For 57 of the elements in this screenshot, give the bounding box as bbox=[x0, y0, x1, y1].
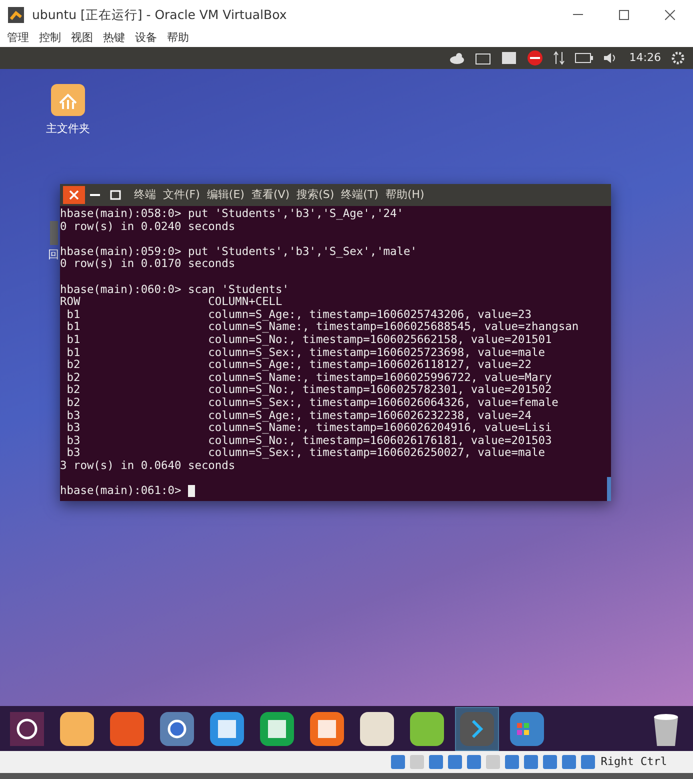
menu-item[interactable]: 管理 bbox=[7, 30, 29, 46]
desktop-icon-label: 主文件夹 bbox=[46, 121, 90, 137]
app-logo-icon bbox=[8, 7, 24, 23]
maximize-icon bbox=[110, 190, 120, 200]
menu-item[interactable]: 设备 bbox=[135, 30, 157, 46]
terminal-line: b3 column=S_Sex:, timestamp=1606026250027, value=male bbox=[66, 447, 545, 460]
clock: 14:26 bbox=[629, 50, 661, 66]
home-folder-icon[interactable] bbox=[50, 83, 86, 117]
close-icon bbox=[69, 190, 79, 200]
terminal-line: hbase(main):059:0> put 'Students','b3','S_Sex','male' bbox=[60, 246, 417, 258]
terminal-menu-item[interactable]: 查看(V) bbox=[251, 186, 290, 204]
no-entry-icon bbox=[527, 50, 544, 66]
cloud-icon bbox=[449, 51, 466, 65]
terminal-line: b2 column=S_Name:, timestamp=1606025996722, value=Mary bbox=[66, 372, 552, 384]
minimize-icon bbox=[90, 194, 100, 196]
terminal-menu-item[interactable]: 终端 bbox=[134, 186, 156, 204]
menu-item[interactable]: 控制 bbox=[39, 30, 61, 46]
terminal-line: 3 row(s) in 0.0640 seconds bbox=[60, 460, 236, 472]
globe-icon bbox=[159, 710, 195, 746]
scrollbar-thumb[interactable] bbox=[607, 477, 611, 501]
menu-item[interactable]: 热键 bbox=[103, 30, 125, 46]
text-cursor bbox=[188, 485, 195, 498]
terminal-line: hbase(main):060:0> scan 'Students' bbox=[60, 284, 290, 296]
menu-item[interactable]: 帮助 bbox=[167, 30, 189, 46]
terminal-menu-item[interactable]: 搜索(S) bbox=[296, 186, 334, 204]
terminal-line: b3 column=S_Age:, timestamp=1606026232238, value=24 bbox=[66, 410, 532, 422]
terminal-menu-item[interactable]: 终端(T) bbox=[341, 186, 378, 204]
terminal-menu-item[interactable]: 文件(F) bbox=[163, 186, 200, 204]
terminal-line: 0 row(s) in 0.0240 seconds bbox=[60, 220, 236, 234]
desktop-icon-label: 回 bbox=[48, 249, 59, 261]
chevron-icon bbox=[459, 710, 495, 746]
window-title: ubuntu [正在运行] - Oracle VM VirtualBox bbox=[32, 6, 287, 24]
terminal-line: b3 column=S_No:, timestamp=1606026176181, value=201503 bbox=[66, 434, 552, 448]
close-button[interactable] bbox=[63, 186, 85, 204]
terminal-prompt: hbase(main):061:0> bbox=[60, 485, 182, 498]
terminal-line: b2 column=S_Age:, timestamp=1606026118127, value=22 bbox=[66, 359, 532, 372]
app-grid-icon bbox=[509, 710, 545, 746]
menu-item[interactable]: 视图 bbox=[71, 30, 93, 46]
host-key-label: Right Ctrl bbox=[600, 754, 667, 770]
terminal-line: b1 column=S_No:, timestamp=1606025662158, value=201501 bbox=[66, 334, 552, 347]
close-icon bbox=[665, 10, 675, 20]
terminal-line: b3 column=S_Name:, timestamp=1606026204916, value=Lisi bbox=[66, 422, 552, 435]
terminal-line: b1 column=S_Age:, timestamp=1606025743206, value=23 bbox=[66, 308, 532, 322]
minimize-icon bbox=[573, 14, 583, 16]
terminal-line: 0 row(s) in 0.0170 seconds bbox=[60, 258, 236, 271]
terminal-line: ROW COLUMN+CELL bbox=[60, 296, 282, 309]
terminal-menu-item[interactable]: 编辑(E) bbox=[206, 186, 244, 204]
terminal-line: b1 column=S_Sex:, timestamp=1606025723698, value=male bbox=[66, 346, 545, 360]
terminal-line: b2 column=S_Sex:, timestamp=1606026064326, value=female bbox=[66, 396, 558, 410]
terminal-line: hbase(main):058:0> put 'Students','b3','S_Age','24' bbox=[60, 208, 404, 221]
maximize-icon bbox=[619, 10, 629, 20]
battery-icon bbox=[575, 53, 594, 63]
terminal-line: b1 column=S_Name:, timestamp=1606025688545, value=zhangsan bbox=[66, 321, 579, 334]
terminal-line: b2 column=S_No:, timestamp=1606025782301, value=201502 bbox=[66, 384, 552, 397]
terminal-menu-item[interactable]: 帮助(H) bbox=[385, 186, 424, 204]
gear-icon bbox=[671, 51, 685, 65]
up-down-arrows-icon bbox=[553, 51, 566, 65]
